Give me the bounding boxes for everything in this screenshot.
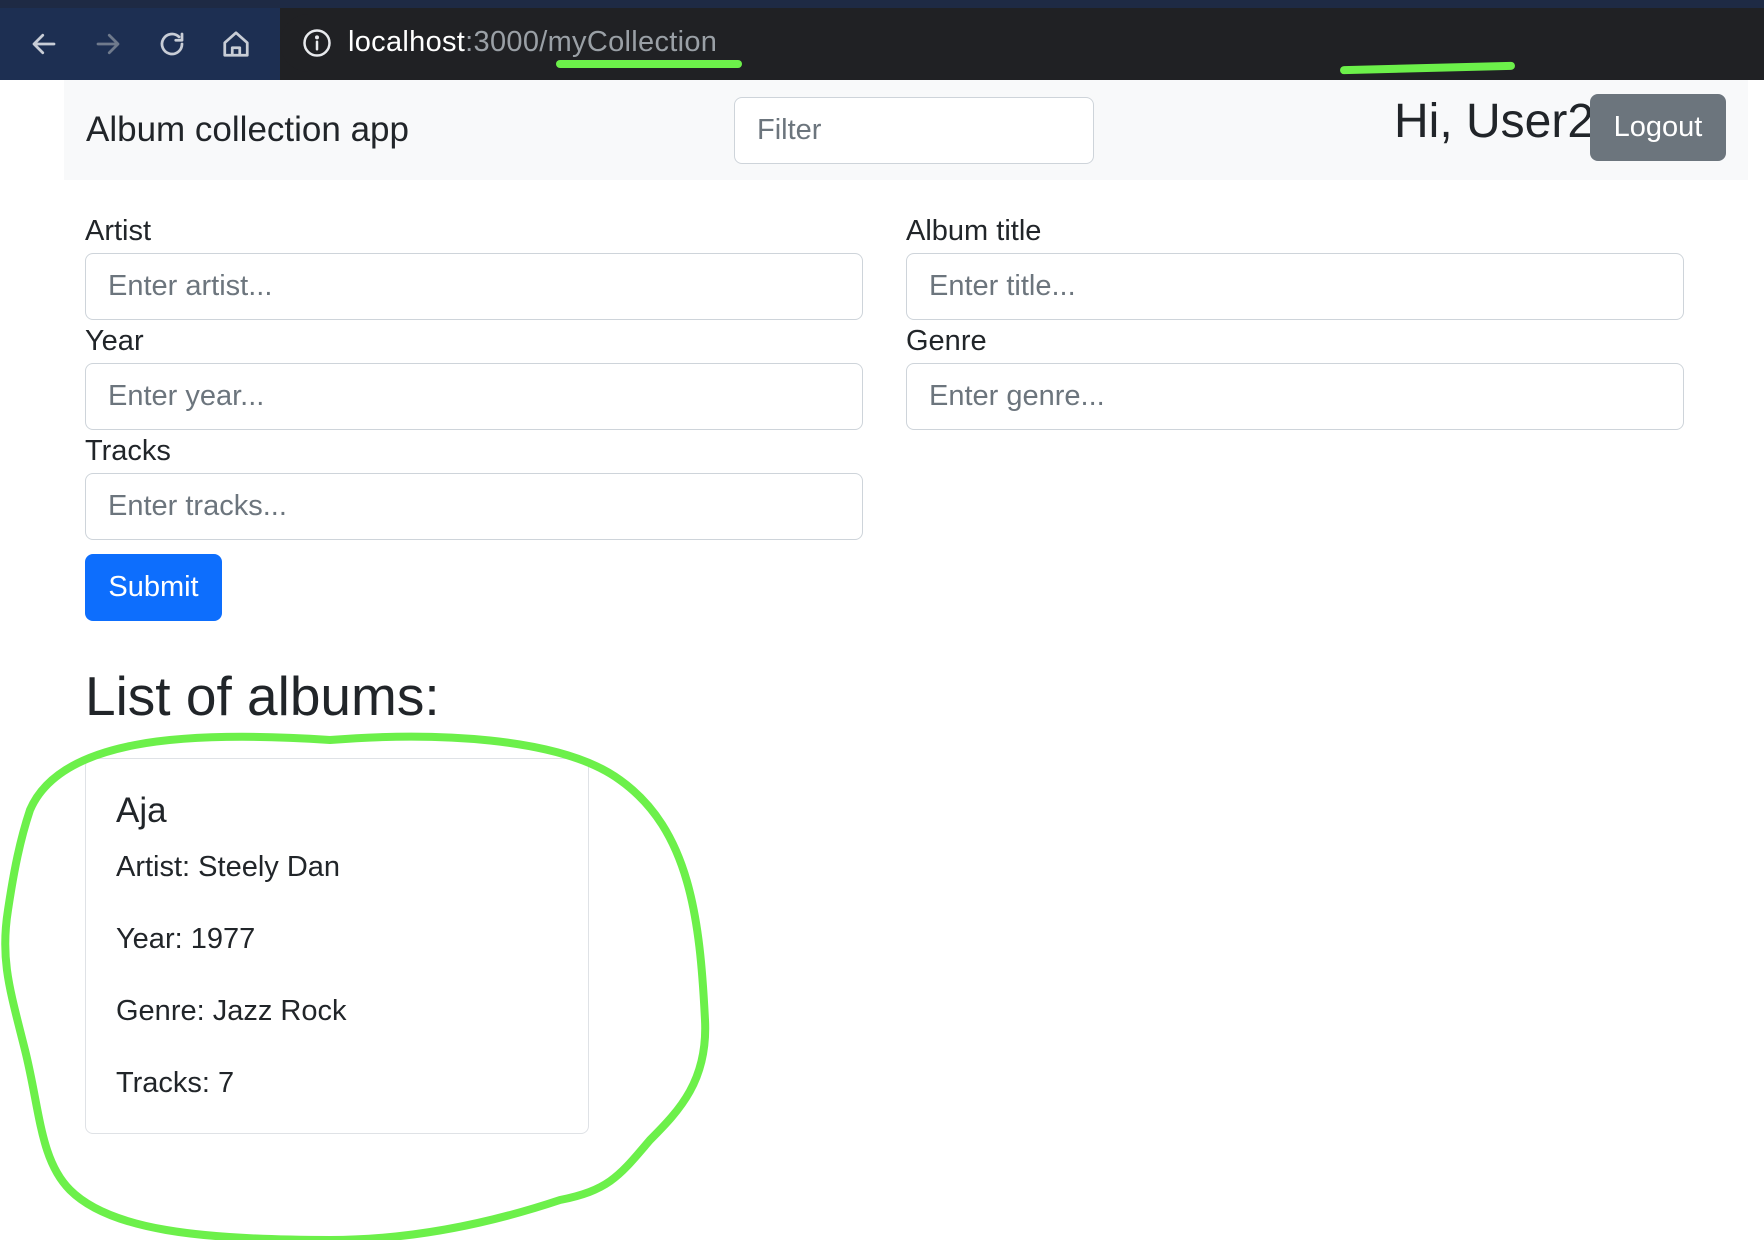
url-host: localhost (348, 26, 466, 58)
app-brand[interactable]: Album collection app (86, 110, 409, 150)
home-icon[interactable] (216, 24, 256, 64)
album-year: Year: 1977 (116, 923, 256, 955)
album-artist: Artist: Steely Dan (116, 851, 341, 883)
genre-input[interactable] (906, 363, 1684, 430)
album-genre: Genre: Jazz Rock (116, 995, 347, 1027)
album-title: Aja (116, 791, 167, 830)
tracks-input[interactable] (85, 473, 863, 540)
artist-label: Artist (85, 215, 152, 247)
tracks-label: Tracks (85, 435, 171, 467)
url-highlight-underline (556, 60, 742, 68)
url-text[interactable]: localhost:3000/myCollection (348, 26, 717, 59)
filter-input[interactable] (734, 97, 1094, 164)
year-label: Year (85, 325, 144, 357)
site-info-icon[interactable] (302, 28, 332, 58)
album-title-input[interactable] (906, 253, 1684, 320)
artist-input[interactable] (85, 253, 863, 320)
reload-icon[interactable] (152, 24, 192, 64)
album-title-label: Album title (906, 215, 1042, 247)
user-greeting: Hi, User2 (1394, 95, 1595, 148)
app-navbar: Album collection app Hi, User2 Logout (64, 80, 1748, 180)
browser-nav-buttons (0, 8, 280, 80)
genre-label: Genre (906, 325, 987, 357)
forward-arrow-icon[interactable] (88, 24, 128, 64)
address-bar[interactable]: localhost:3000/myCollection (280, 14, 1764, 72)
submit-button[interactable]: Submit (85, 554, 222, 621)
logout-button[interactable]: Logout (1590, 94, 1726, 161)
year-input[interactable] (85, 363, 863, 430)
album-tracks: Tracks: 7 (116, 1067, 235, 1099)
back-arrow-icon[interactable] (24, 24, 64, 64)
url-path: :3000/myCollection (465, 26, 718, 58)
album-card: Aja Artist: Steely Dan Year: 1977 Genre:… (85, 758, 589, 1134)
album-list-heading: List of albums: (85, 665, 440, 727)
